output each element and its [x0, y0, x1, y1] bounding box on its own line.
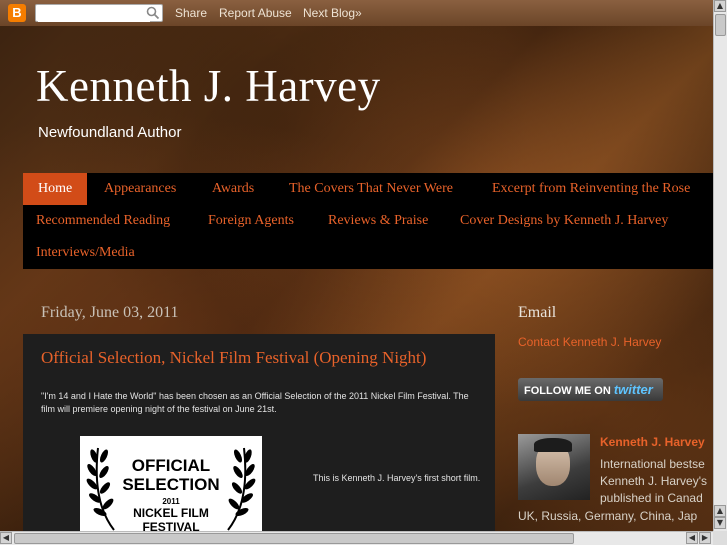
next-blog-link[interactable]: Next Blog»	[303, 6, 362, 20]
horizontal-scrollbar[interactable]: ◀ ◀ ▶	[0, 531, 713, 545]
image-text-nickel: NICKEL FILM	[133, 506, 209, 520]
blog-title[interactable]: Kenneth J. Harvey	[36, 60, 381, 112]
profile-avatar[interactable]	[518, 434, 590, 500]
post-title[interactable]: Official Selection, Nickel Film Festival…	[41, 348, 426, 368]
official-selection-image[interactable]: OFFICIAL SELECTION 2011 NICKEL FILM FEST…	[80, 436, 262, 534]
twitter-follow-button[interactable]: FOLLOW ME ON twitter	[518, 378, 663, 401]
tab-excerpt-reinventing-rose[interactable]: Excerpt from Reinventing the Rose	[492, 181, 690, 197]
profile-bio-line: International bestse	[600, 457, 705, 471]
tab-cover-designs[interactable]: Cover Designs by Kenneth J. Harvey	[460, 213, 668, 229]
tab-awards[interactable]: Awards	[212, 181, 254, 197]
scroll-right-icon[interactable]: ▶	[699, 532, 711, 544]
profile-bio-line: Kenneth J. Harvey's	[600, 474, 708, 488]
search-icon[interactable]	[146, 6, 160, 20]
scrollbar-corner	[713, 531, 727, 545]
vertical-scrollbar[interactable]: ▲ ▲ ▼	[713, 0, 727, 531]
vertical-scroll-thumb[interactable]	[715, 14, 726, 36]
tab-appearances[interactable]: Appearances	[104, 181, 176, 197]
scroll-up-icon[interactable]: ▲	[714, 0, 726, 12]
tab-interviews-media[interactable]: Interviews/Media	[36, 245, 135, 261]
share-link[interactable]: Share	[175, 6, 207, 20]
scroll-down-icon[interactable]: ▼	[714, 517, 726, 529]
contact-link[interactable]: Contact Kenneth J. Harvey	[518, 335, 661, 349]
post-date: Friday, June 03, 2011	[41, 304, 179, 321]
horizontal-scroll-thumb[interactable]	[14, 533, 574, 544]
scroll-left-icon[interactable]: ◀	[0, 532, 12, 544]
tab-covers-never-were[interactable]: The Covers That Never Were	[289, 181, 453, 197]
profile-bio-line: UK, Russia, Germany, China, Jap	[518, 509, 698, 523]
page-tabs: Home Appearances Awards The Covers That …	[23, 173, 713, 269]
blogger-navbar: B Share Report Abuse Next Blog»	[0, 0, 727, 26]
profile-bio: International bestse Kenneth J. Harvey's…	[600, 456, 715, 507]
scroll-left-icon[interactable]: ◀	[686, 532, 698, 544]
profile-bio-line: published in Canad	[600, 491, 703, 505]
blog-post: Official Selection, Nickel Film Festival…	[23, 334, 495, 534]
image-text-selection: SELECTION	[122, 475, 220, 494]
blog-description: Newfoundland Author	[38, 124, 182, 141]
email-heading: Email	[518, 304, 557, 321]
post-body-text: "I'm 14 and I Hate the World" has been c…	[41, 391, 469, 414]
avatar-hair	[534, 438, 572, 452]
report-abuse-link[interactable]: Report Abuse	[219, 6, 292, 20]
post-image-caption: This is Kenneth J. Harvey's first short …	[313, 473, 481, 483]
scroll-up-icon[interactable]: ▲	[714, 505, 726, 517]
tab-home[interactable]: Home	[23, 173, 88, 205]
search-input[interactable]	[38, 6, 150, 22]
image-text-year: 2011	[162, 497, 180, 506]
tab-foreign-agents[interactable]: Foreign Agents	[208, 213, 294, 229]
profile-name[interactable]: Kenneth J. Harvey	[600, 435, 705, 449]
twitter-logo-icon: twitter	[613, 382, 653, 397]
tab-recommended-reading[interactable]: Recommended Reading	[36, 213, 170, 229]
blogger-logo-icon[interactable]: B	[8, 4, 26, 22]
tab-reviews-praise[interactable]: Reviews & Praise	[328, 213, 428, 229]
search-box	[35, 4, 163, 22]
image-text-official: OFFICIAL	[131, 456, 211, 475]
twitter-follow-label: FOLLOW ME ON	[524, 385, 611, 397]
